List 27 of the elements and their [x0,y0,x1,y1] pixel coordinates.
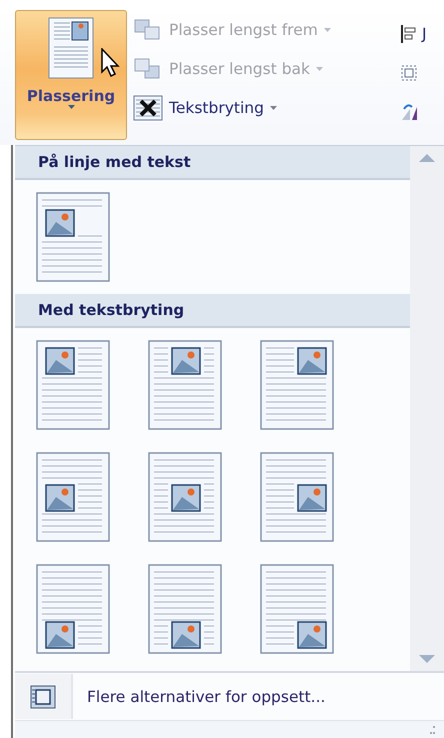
position-button[interactable]: Plassering [15,10,127,140]
align-label: J [422,24,427,42]
mouse-cursor-icon [101,48,121,78]
group-icon [400,64,418,82]
page-picture-icon [48,17,94,79]
layout-thumbnail[interactable] [148,452,222,542]
layout-options-icon [30,684,56,708]
layout-thumbnail[interactable] [260,340,334,430]
resize-grip-icon[interactable] [430,724,436,734]
layout-thumbnail[interactable] [36,192,110,282]
caret-icon [68,105,74,109]
more-layout-options-link[interactable]: Flere alternativer for oppsett... [87,688,326,706]
align-icon [400,24,418,42]
layout-thumbnail[interactable] [260,452,334,542]
layout-thumbnail[interactable] [260,564,334,654]
layout-thumbnail[interactable] [36,340,110,430]
layout-thumbnail[interactable] [36,564,110,654]
section-heading: Med tekstbryting [15,294,410,328]
section-heading: På linje med tekst [15,146,410,180]
layout-thumbnail[interactable] [36,452,110,542]
scroll-up-icon[interactable] [419,154,435,162]
ribbon-menu-button[interactable]: Tekstbryting [133,90,331,125]
scroll-down-icon[interactable] [419,655,435,663]
layout-thumbnail[interactable] [148,564,222,654]
layout-thumbnail[interactable] [148,340,222,430]
rotate-icon [400,102,420,120]
text-wrap-icon [133,94,163,120]
